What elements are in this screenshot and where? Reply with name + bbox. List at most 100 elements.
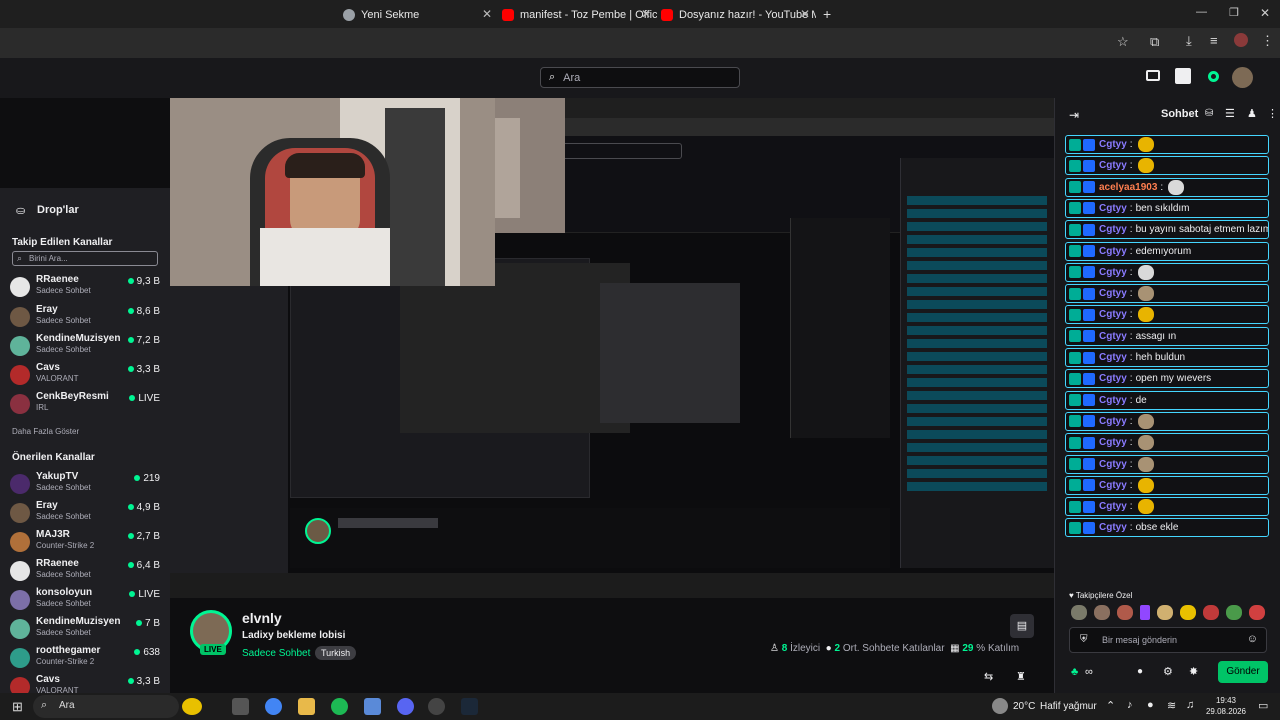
- settings-gear-icon[interactable]: ⚙: [1163, 665, 1173, 678]
- language-tag[interactable]: Turkish: [315, 646, 357, 660]
- emote-row[interactable]: [1069, 605, 1265, 621]
- emote[interactable]: [1203, 605, 1219, 620]
- microphone-icon[interactable]: ♪: [1127, 699, 1133, 711]
- chat-username[interactable]: Cgtyy: [1099, 246, 1127, 257]
- profile-avatar[interactable]: [1234, 33, 1248, 47]
- show-more-link[interactable]: Daha Fazla Göster: [12, 427, 79, 436]
- chat-username[interactable]: Cgtyy: [1099, 373, 1127, 384]
- emote[interactable]: [1137, 307, 1154, 323]
- emote[interactable]: [1117, 605, 1133, 620]
- sidebar-channel[interactable]: Cavs VALORANT 3,3 B: [10, 361, 160, 389]
- sidebar-channel[interactable]: rootthegamer Counter-Strike 2 638: [10, 644, 160, 672]
- media-icon[interactable]: ≡: [1210, 33, 1218, 48]
- emote[interactable]: [1137, 477, 1154, 493]
- chat-username[interactable]: Cgtyy: [1099, 224, 1127, 235]
- sidebar-channel[interactable]: Eray Sadece Sohbet 4,9 B: [10, 499, 160, 527]
- chat-username[interactable]: acelyaa1903: [1099, 182, 1157, 193]
- chrome-icon[interactable]: [265, 698, 282, 715]
- list-icon[interactable]: ☰: [1225, 107, 1235, 120]
- emote[interactable]: [1071, 605, 1087, 620]
- bookmark-star-icon[interactable]: ☆: [1117, 34, 1129, 50]
- emoji-icon[interactable]: ☺: [1247, 633, 1258, 645]
- drops-link[interactable]: Drop'lar: [37, 204, 79, 216]
- extensions-icon[interactable]: ⧉: [1150, 34, 1159, 50]
- tab-manifest[interactable]: manifest - Toz Pembe | Official Vi ✕: [502, 4, 657, 26]
- search-input[interactable]: ⌕ Ara: [540, 67, 740, 88]
- user-avatar[interactable]: [1232, 67, 1253, 88]
- maximize-icon[interactable]: ❐: [1229, 6, 1239, 19]
- layout-icon[interactable]: [1175, 68, 1191, 84]
- sidebar-channel[interactable]: RRaenee Sadece Sohbet 6,4 B: [10, 557, 160, 585]
- share-icon[interactable]: ⇆: [984, 670, 993, 683]
- channel-points-icon[interactable]: ♣: [1071, 666, 1078, 678]
- steam-icon[interactable]: [461, 698, 478, 715]
- stream-video[interactable]: [170, 98, 1054, 598]
- spotify-icon[interactable]: [331, 698, 348, 715]
- app-icon[interactable]: [364, 698, 381, 715]
- emote[interactable]: [1137, 413, 1154, 429]
- mod-icon[interactable]: ⛁: [1205, 108, 1213, 119]
- emote[interactable]: [1140, 605, 1150, 620]
- close-icon[interactable]: ✕: [482, 7, 492, 21]
- sidebar-channel[interactable]: KendineMuzisyen Sadece Sohbet 7,2 B: [10, 332, 160, 360]
- chat-username[interactable]: Cgtyy: [1099, 309, 1127, 320]
- chat-menu-icon[interactable]: ⋮: [1267, 107, 1278, 120]
- clip-icon[interactable]: ▤: [1010, 614, 1034, 638]
- users-icon[interactable]: ♟: [1247, 107, 1257, 120]
- emote[interactable]: [1137, 435, 1154, 451]
- task-view-icon[interactable]: [232, 698, 249, 715]
- send-button[interactable]: Gönder: [1218, 661, 1268, 683]
- chat-bubble-icon[interactable]: ●: [1137, 666, 1143, 677]
- minimize-icon[interactable]: —: [1196, 6, 1207, 18]
- chat-username[interactable]: Cgtyy: [1099, 395, 1127, 406]
- chat-username[interactable]: Cgtyy: [1099, 459, 1127, 470]
- emote[interactable]: [1137, 158, 1154, 174]
- chat-input[interactable]: ⛨ Bir mesaj gönderin ☺: [1069, 627, 1267, 653]
- emote[interactable]: [1180, 605, 1196, 620]
- emote[interactable]: [1168, 179, 1185, 195]
- file-explorer-icon[interactable]: [298, 698, 315, 715]
- chat-username[interactable]: Cgtyy: [1099, 480, 1127, 491]
- chat-username[interactable]: Cgtyy: [1099, 267, 1127, 278]
- sidebar-channel[interactable]: MAJ3R Counter-Strike 2 2,7 B: [10, 528, 160, 556]
- chat-username[interactable]: Cgtyy: [1099, 501, 1127, 512]
- emote[interactable]: [1226, 605, 1242, 620]
- chat-username[interactable]: Cgtyy: [1099, 437, 1127, 448]
- emote[interactable]: [1137, 137, 1154, 152]
- weather-icon[interactable]: [992, 698, 1008, 714]
- close-icon[interactable]: ✕: [641, 7, 651, 21]
- sidebar-channel[interactable]: konsoloyun Sadece Sohbet LIVE: [10, 586, 160, 614]
- clock-date[interactable]: 29.08.2026: [1203, 707, 1249, 716]
- chat-username[interactable]: Cgtyy: [1099, 288, 1127, 299]
- follow-icon[interactable]: ♜: [1016, 670, 1026, 683]
- emote[interactable]: [1094, 605, 1110, 620]
- sidebar-channel[interactable]: CenkBeyResmi IRL LIVE: [10, 390, 160, 418]
- obs-icon[interactable]: [428, 698, 445, 715]
- tab-mp3[interactable]: Dosyanız hazır! - YouTube MP3 ✕: [661, 4, 816, 26]
- notifications-icon[interactable]: ▭: [1258, 699, 1268, 712]
- chat-username[interactable]: Cgtyy: [1099, 352, 1127, 363]
- hype-icon[interactable]: ✸: [1189, 665, 1198, 678]
- tray-chevron-icon[interactable]: ⌃: [1106, 699, 1115, 712]
- close-icon[interactable]: ✕: [800, 7, 810, 21]
- download-icon[interactable]: ⤓: [1186, 33, 1192, 49]
- emote[interactable]: [1137, 456, 1154, 472]
- emote[interactable]: [1249, 605, 1265, 620]
- theatre-icon[interactable]: [1146, 70, 1160, 81]
- new-tab-button[interactable]: +: [823, 6, 831, 22]
- emote[interactable]: [1137, 286, 1154, 302]
- sidebar-channel[interactable]: YakupTV Sadece Sohbet 219: [10, 470, 160, 498]
- windows-start-icon[interactable]: ⊞: [12, 699, 23, 715]
- menu-icon[interactable]: ⋮: [1261, 33, 1274, 49]
- chat-username[interactable]: Cgtyy: [1099, 160, 1127, 171]
- clock-time[interactable]: 19:43: [1212, 696, 1240, 705]
- status-icon[interactable]: [1208, 71, 1219, 82]
- close-window-icon[interactable]: ✕: [1260, 6, 1270, 20]
- channel-search-input[interactable]: ⌕ Birini Ara...: [12, 251, 158, 266]
- chat-username[interactable]: Cgtyy: [1099, 522, 1127, 533]
- chat-username[interactable]: Cgtyy: [1099, 203, 1127, 214]
- emote[interactable]: [1137, 264, 1154, 280]
- streamer-name[interactable]: elvnly: [242, 610, 282, 626]
- sidebar-channel[interactable]: KendineMuzisyen Sadece Sohbet 7 B: [10, 615, 160, 643]
- tray-app-icon[interactable]: ●: [1147, 699, 1154, 711]
